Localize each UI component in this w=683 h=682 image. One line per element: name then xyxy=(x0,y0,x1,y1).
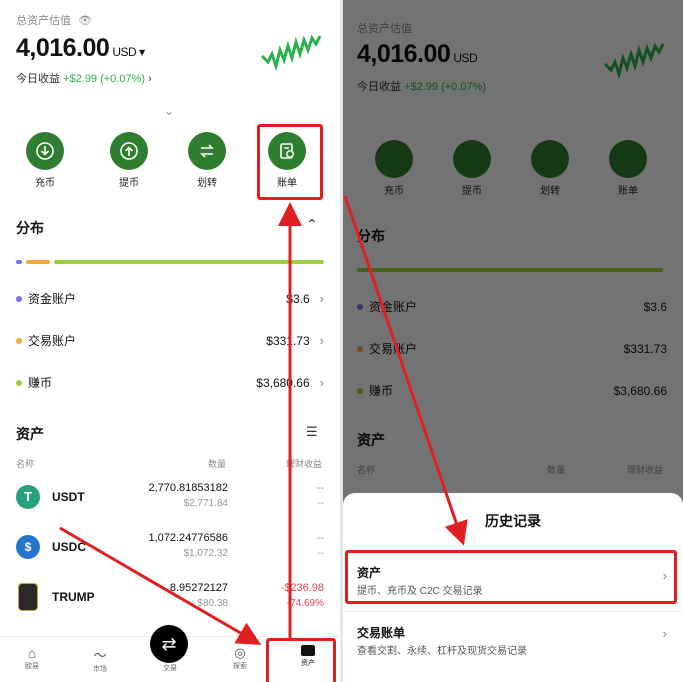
chevron-right-icon: › xyxy=(662,626,667,641)
sheet-title: 历史记录 xyxy=(485,513,541,529)
assets-screen: 总资产估值 👁 4,016.00 USD ▾ 今日收益 +$2.99 (+0.07%… xyxy=(0,0,340,682)
history-sheet-screen: 总资产估值 4,016.00USD 今日收益 +$2.99 (+0.07%) 充… xyxy=(343,0,683,682)
highlight-assets-option-box xyxy=(345,550,677,604)
option-title: 交易账单 xyxy=(357,626,406,640)
history-option-trade-bill[interactable]: 交易账单 查看交割、永续、杠杆及现货交易记录 › xyxy=(343,611,683,662)
option-subtitle: 查看交割、永续、杠杆及现货交易记录 xyxy=(357,646,527,657)
annotation-arrows xyxy=(59,202,302,646)
